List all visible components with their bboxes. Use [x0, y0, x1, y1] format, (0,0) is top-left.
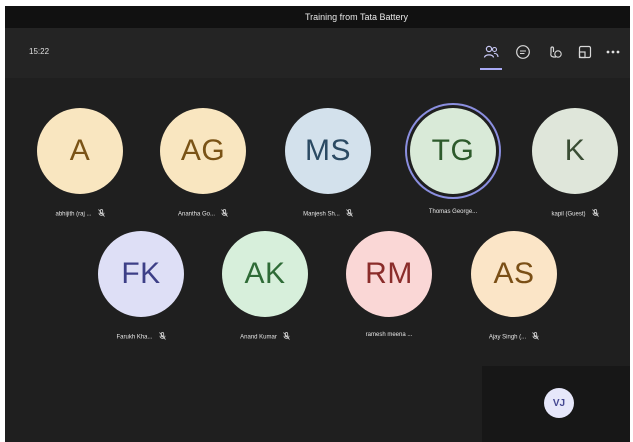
participant-name-row: Ajay Singh (... — [456, 332, 572, 342]
participant-tile[interactable]: FK Farukh Kha... — [83, 231, 199, 351]
meeting-toolbar: 15:22 — [5, 28, 630, 78]
mic-off-icon — [221, 209, 228, 219]
self-video-tile[interactable]: VJ — [482, 366, 630, 442]
participant-name-row: ramesh meena ... — [331, 332, 447, 338]
mic-off-icon — [283, 332, 290, 342]
participant-tile[interactable]: AK Anand Kumar — [207, 231, 323, 351]
participant-tile[interactable]: AS Ajay Singh (... — [456, 231, 572, 351]
participant-name: ramesh meena ... — [365, 332, 413, 338]
participant-name-row: Farukh Kha... — [83, 332, 199, 342]
people-icon[interactable] — [481, 42, 501, 62]
participant-name-row: Anand Kumar — [207, 332, 323, 342]
meeting-window: Training from Tata Battery 15:22 A abhij… — [5, 6, 630, 442]
avatar-initials: AG — [180, 134, 226, 167]
chat-icon[interactable] — [513, 42, 533, 62]
avatar-initials: MS — [305, 134, 351, 167]
mic-off-icon — [532, 332, 539, 342]
participant-tile[interactable]: K kapil (Guest) — [517, 108, 630, 228]
share-icon[interactable] — [575, 42, 595, 62]
more-icon[interactable] — [603, 42, 623, 62]
participant-name-row: abhijith (raj ... — [22, 209, 138, 219]
participant-avatar: AS — [471, 231, 557, 317]
avatar-initials: FK — [121, 257, 161, 290]
self-initials: VJ — [552, 397, 566, 409]
participant-avatar-speaking: TG — [410, 108, 496, 194]
participant-name-row: Anantha Go... — [145, 209, 261, 219]
avatar-initials: K — [564, 134, 586, 167]
participant-name-row: Manjesh Sh... — [270, 209, 386, 219]
participant-name: kapil (Guest) — [551, 211, 586, 218]
participant-tile[interactable]: A abhijith (raj ... — [22, 108, 138, 228]
mic-off-icon — [158, 332, 166, 342]
participant-name: Farukh Kha... — [116, 334, 153, 341]
mic-off-icon — [591, 209, 599, 219]
participant-tile[interactable]: AG Anantha Go... — [145, 108, 261, 228]
avatar-initials: TG — [431, 134, 475, 167]
participant-name: Anantha Go... — [177, 211, 216, 218]
self-avatar: VJ — [544, 388, 574, 418]
title-bar: Training from Tata Battery — [5, 6, 630, 28]
participant-name: abhijith (raj ... — [55, 211, 92, 218]
participant-avatar: AK — [222, 231, 308, 317]
participant-avatar: AG — [160, 108, 246, 194]
participant-name-row: kapil (Guest) — [517, 209, 630, 219]
active-tab-indicator — [480, 68, 502, 70]
participant-name: Anand Kumar — [240, 334, 277, 341]
window-title: Training from Tata Battery — [305, 12, 409, 22]
mic-off-icon — [97, 209, 105, 219]
participant-avatar: A — [37, 108, 123, 194]
meeting-timer: 15:22 — [29, 47, 50, 56]
participant-avatar: K — [532, 108, 618, 194]
participant-avatar: FK — [98, 231, 184, 317]
react-icon[interactable] — [545, 42, 565, 62]
participant-avatar: RM — [346, 231, 432, 317]
participant-name: Ajay Singh (... — [488, 334, 527, 341]
mic-off-icon — [346, 209, 353, 219]
participant-name-row: Thomas George... — [395, 209, 511, 215]
participant-tile[interactable]: TG Thomas George... — [395, 108, 511, 228]
participant-name: Thomas George... — [428, 209, 478, 215]
avatar-initials: AK — [244, 257, 286, 290]
avatar-initials: A — [69, 134, 91, 167]
avatar-initials: AS — [493, 257, 535, 290]
participant-gallery: A abhijith (raj ... AG Anantha Go... MS … — [5, 78, 630, 442]
participant-name: Manjesh Sh... — [303, 211, 340, 218]
participant-avatar: MS — [285, 108, 371, 194]
avatar-initials: RM — [365, 257, 413, 290]
participant-tile[interactable]: MS Manjesh Sh... — [270, 108, 386, 228]
participant-tile[interactable]: RM ramesh meena ... — [331, 231, 447, 351]
